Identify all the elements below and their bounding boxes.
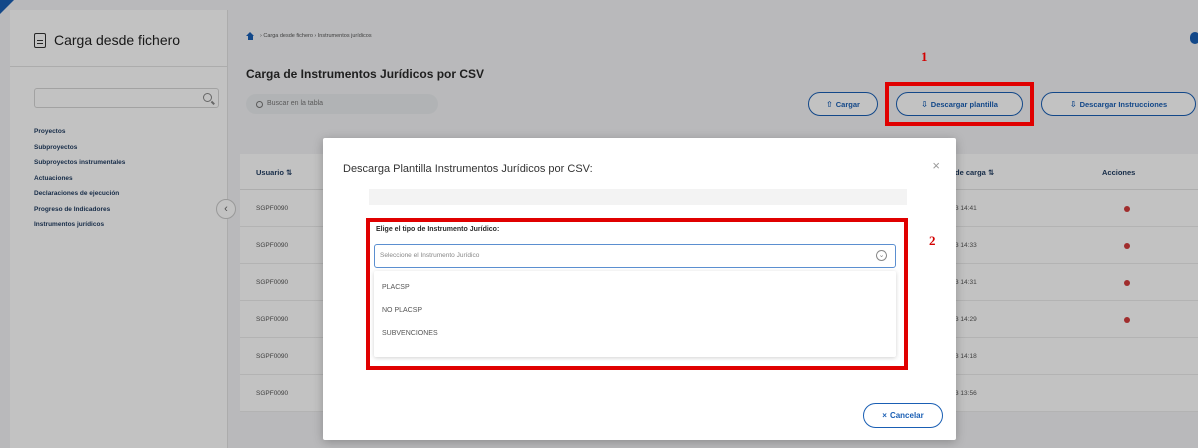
- close-icon: ×: [882, 411, 887, 420]
- annotation-number-2: 2: [929, 233, 936, 248]
- modal-title: Descarga Plantilla Instrumentos Jurídico…: [343, 163, 593, 175]
- modal-info-strip: [369, 189, 907, 205]
- annotation-number-1: 1: [921, 49, 928, 64]
- cancel-label: Cancelar: [889, 411, 924, 420]
- annotation-box-1: [885, 82, 1034, 126]
- close-icon[interactable]: ×: [932, 158, 940, 173]
- cancel-button[interactable]: × Cancelar: [863, 403, 943, 428]
- annotation-box-2: [366, 218, 908, 370]
